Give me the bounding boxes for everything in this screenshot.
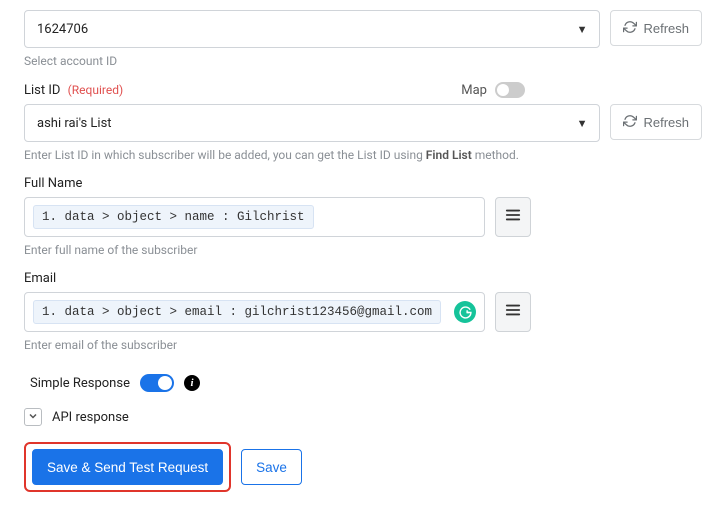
refresh-icon xyxy=(623,114,637,131)
list-id-required: (Required) xyxy=(68,83,123,97)
email-helper: Enter email of the subscriber xyxy=(24,338,702,352)
save-send-test-button[interactable]: Save & Send Test Request xyxy=(32,449,223,485)
full-name-menu-button[interactable] xyxy=(495,197,531,237)
account-id-value: 1624706 xyxy=(37,22,88,37)
list-id-refresh-button[interactable]: Refresh xyxy=(610,104,702,140)
map-label: Map xyxy=(461,83,487,98)
email-label: Email xyxy=(24,271,56,286)
simple-response-toggle[interactable] xyxy=(140,374,174,392)
caret-down-icon: ▼ xyxy=(577,117,588,130)
list-id-label: List ID xyxy=(24,83,60,98)
full-name-helper: Enter full name of the subscriber xyxy=(24,243,702,257)
refresh-label: Refresh xyxy=(643,21,689,36)
caret-down-icon: ▼ xyxy=(577,23,588,36)
menu-icon xyxy=(505,303,521,321)
grammarly-icon xyxy=(454,301,476,323)
chevron-down-icon xyxy=(28,410,38,425)
full-name-input[interactable]: 1. data > object > name : Gilchrist xyxy=(24,197,485,237)
email-chip: 1. data > object > email : gilchrist1234… xyxy=(33,300,441,324)
refresh-label: Refresh xyxy=(643,115,689,130)
list-id-value: ashi rai's List xyxy=(37,116,112,131)
list-id-helper: Enter List ID in which subscriber will b… xyxy=(24,148,702,162)
menu-icon xyxy=(505,208,521,226)
account-id-refresh-button[interactable]: Refresh xyxy=(610,10,702,46)
api-response-expand[interactable] xyxy=(24,408,42,426)
info-icon[interactable]: i xyxy=(184,375,200,391)
full-name-label: Full Name xyxy=(24,176,82,191)
full-name-chip: 1. data > object > name : Gilchrist xyxy=(33,205,314,229)
map-toggle[interactable] xyxy=(495,82,525,98)
email-menu-button[interactable] xyxy=(495,292,531,332)
account-id-select[interactable]: 1624706 ▼ xyxy=(24,10,600,48)
account-id-helper: Select account ID xyxy=(24,54,702,68)
primary-action-highlight: Save & Send Test Request xyxy=(24,442,231,492)
email-input[interactable]: 1. data > object > email : gilchrist1234… xyxy=(24,292,485,332)
list-id-select[interactable]: ashi rai's List ▼ xyxy=(24,104,600,142)
api-response-label: API response xyxy=(52,410,129,425)
save-button[interactable]: Save xyxy=(241,449,302,485)
simple-response-label: Simple Response xyxy=(30,376,130,391)
refresh-icon xyxy=(623,20,637,37)
